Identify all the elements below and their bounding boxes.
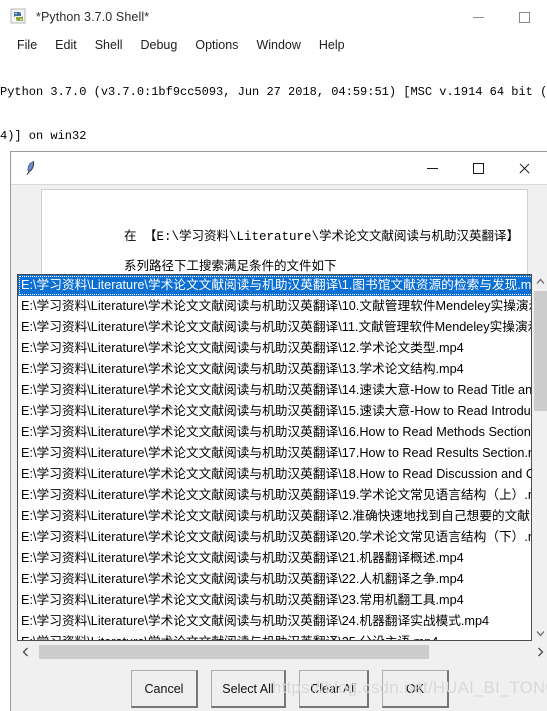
list-item[interactable]: E:\学习资料\Literature\学术论文文献阅读与机助汉英翻译\24.机器… xyxy=(18,611,531,632)
list-item[interactable]: E:\学习资料\Literature\学术论文文献阅读与机助汉英翻译\15.速读… xyxy=(18,401,531,422)
shell-window-title: *Python 3.7.0 Shell* xyxy=(36,10,150,24)
list-item[interactable]: E:\学习资料\Literature\学术论文文献阅读与机助汉英翻译\23.常用… xyxy=(18,590,531,611)
shell-window-controls xyxy=(455,0,547,34)
list-item[interactable]: E:\学习资料\Literature\学术论文文献阅读与机助汉英翻译\10.文献… xyxy=(18,296,531,317)
dialog-message-panel: 在 【E:\学习资料\Literature\学术论文文献阅读与机助汉英翻译】 系… xyxy=(41,189,528,278)
console-line-banner-2: 4)] on win32 xyxy=(0,128,87,143)
minimize-icon[interactable] xyxy=(455,0,501,34)
vertical-scrollbar-thumb[interactable] xyxy=(534,291,547,411)
list-item[interactable]: E:\学习资料\Literature\学术论文文献阅读与机助汉英翻译\18.Ho… xyxy=(18,464,531,485)
minimize-icon[interactable] xyxy=(409,152,455,185)
dialog-message-line-1: 在 【E:\学习资料\Literature\学术论文文献阅读与机助汉英翻译】 xyxy=(124,230,520,244)
dialog-message: 在 【E:\学习资料\Literature\学术论文文献阅读与机助汉英翻译】 系… xyxy=(64,215,520,277)
close-icon[interactable] xyxy=(501,152,547,185)
tk-feather-icon xyxy=(22,159,38,177)
menu-edit[interactable]: Edit xyxy=(46,37,86,53)
menu-window[interactable]: Window xyxy=(247,37,309,53)
select-all-button[interactable]: Select All xyxy=(211,670,286,708)
list-item[interactable]: E:\学习资料\Literature\学术论文文献阅读与机助汉英翻译\1.图书馆… xyxy=(18,275,531,296)
menu-shell[interactable]: Shell xyxy=(86,37,132,53)
horizontal-scrollbar[interactable] xyxy=(17,644,547,660)
screen: *Python 3.7.0 Shell* File Edit Shell Deb… xyxy=(0,0,547,711)
list-item[interactable]: E:\学习资料\Literature\学术论文文献阅读与机助汉英翻译\20.学术… xyxy=(18,527,531,548)
shell-titlebar: *Python 3.7.0 Shell* xyxy=(0,0,547,34)
dialog-titlebar xyxy=(11,152,547,185)
ok-button[interactable]: OK xyxy=(382,670,449,708)
menu-help[interactable]: Help xyxy=(310,37,354,53)
file-listbox[interactable]: E:\学习资料\Literature\学术论文文献阅读与机助汉英翻译\1.图书馆… xyxy=(17,274,532,641)
menu-debug[interactable]: Debug xyxy=(132,37,187,53)
file-list-items: E:\学习资料\Literature\学术论文文献阅读与机助汉英翻译\1.图书馆… xyxy=(18,275,531,640)
maximize-icon[interactable] xyxy=(501,0,547,34)
list-item[interactable]: E:\学习资料\Literature\学术论文文献阅读与机助汉英翻译\11.文献… xyxy=(18,317,531,338)
clear-all-button[interactable]: Clear All xyxy=(299,670,369,708)
chevron-down-icon[interactable] xyxy=(533,626,547,641)
list-item[interactable]: E:\学习资料\Literature\学术论文文献阅读与机助汉英翻译\17.Ho… xyxy=(18,443,531,464)
horizontal-scrollbar-thumb[interactable] xyxy=(39,645,429,659)
vertical-scrollbar[interactable] xyxy=(533,274,547,641)
cancel-button[interactable]: Cancel xyxy=(131,670,198,708)
dialog-window-controls xyxy=(409,152,547,185)
list-item[interactable]: E:\学习资料\Literature\学术论文文献阅读与机助汉英翻译\14.速读… xyxy=(18,380,531,401)
multichoice-dialog: 在 【E:\学习资料\Literature\学术论文文献阅读与机助汉英翻译】 系… xyxy=(10,151,547,711)
console-line-banner-1: Python 3.7.0 (v3.7.0:1bf9cc5093, Jun 27 … xyxy=(0,85,547,100)
shell-menubar: File Edit Shell Debug Options Window Hel… xyxy=(0,34,547,56)
dialog-button-row: Cancel Select All Clear All OK xyxy=(11,666,547,711)
list-item[interactable]: E:\学习资料\Literature\学术论文文献阅读与机助汉英翻译\13.学术… xyxy=(18,359,531,380)
list-item[interactable]: E:\学习资料\Literature\学术论文文献阅读与机助汉英翻译\25.分设… xyxy=(18,632,531,640)
shell-console-output[interactable]: Python 3.7.0 (v3.7.0:1bf9cc5093, Jun 27 … xyxy=(0,56,547,148)
chevron-right-icon[interactable] xyxy=(532,644,547,660)
dialog-message-line-2: 系列路径下工搜索满足条件的文件如下 xyxy=(124,260,337,274)
list-item[interactable]: E:\学习资料\Literature\学术论文文献阅读与机助汉英翻译\22.人机… xyxy=(18,569,531,590)
menu-options[interactable]: Options xyxy=(186,37,247,53)
python-idle-icon xyxy=(10,8,28,26)
list-item[interactable]: E:\学习资料\Literature\学术论文文献阅读与机助汉英翻译\16.Ho… xyxy=(18,422,531,443)
menu-file[interactable]: File xyxy=(8,37,46,53)
chevron-up-icon[interactable] xyxy=(533,274,547,289)
maximize-icon[interactable] xyxy=(455,152,501,185)
list-item[interactable]: E:\学习资料\Literature\学术论文文献阅读与机助汉英翻译\12.学术… xyxy=(18,338,531,359)
list-item[interactable]: E:\学习资料\Literature\学术论文文献阅读与机助汉英翻译\2.准确快… xyxy=(18,506,531,527)
list-item[interactable]: E:\学习资料\Literature\学术论文文献阅读与机助汉英翻译\21.机器… xyxy=(18,548,531,569)
chevron-left-icon[interactable] xyxy=(17,644,33,660)
list-item[interactable]: E:\学习资料\Literature\学术论文文献阅读与机助汉英翻译\19.学术… xyxy=(18,485,531,506)
